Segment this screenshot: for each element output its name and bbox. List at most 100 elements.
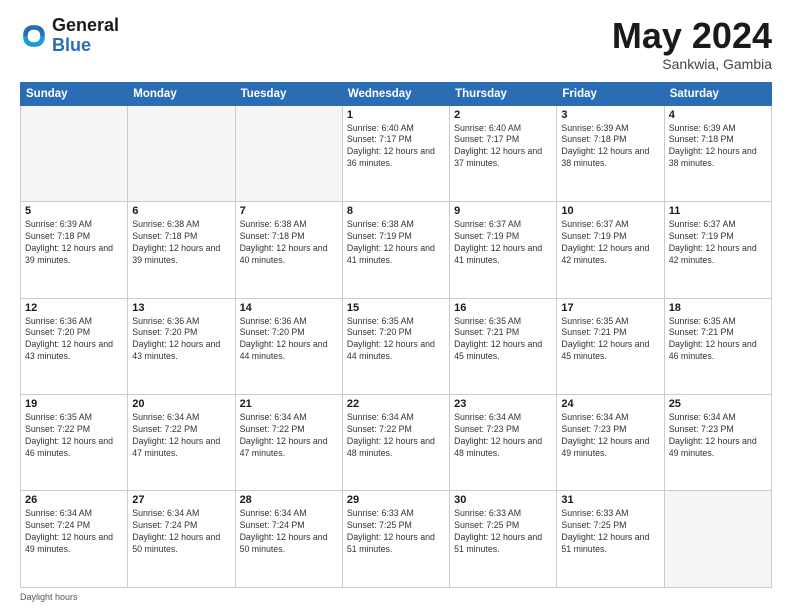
day-number: 28 [240,494,338,506]
day-number: 23 [454,398,552,410]
calendar-cell: 30 Sunrise: 6:33 AM Sunset: 7:25 PM Dayli… [450,491,557,588]
day-number: 9 [454,205,552,217]
day-number: 21 [240,398,338,410]
day-info: Sunrise: 6:36 AM Sunset: 7:20 PM Dayligh… [132,316,230,364]
calendar-cell: 24 Sunrise: 6:34 AM Sunset: 7:23 PM Dayli… [557,395,664,491]
calendar-cell: 21 Sunrise: 6:34 AM Sunset: 7:22 PM Dayli… [235,395,342,491]
day-info: Sunrise: 6:33 AM Sunset: 7:25 PM Dayligh… [347,508,445,556]
day-info: Sunrise: 6:37 AM Sunset: 7:19 PM Dayligh… [561,219,659,267]
calendar-cell: 1 Sunrise: 6:40 AM Sunset: 7:17 PM Daylig… [342,105,449,201]
day-number: 5 [25,205,123,217]
day-info: Sunrise: 6:34 AM Sunset: 7:24 PM Dayligh… [25,508,123,556]
weekday-header-thursday: Thursday [450,82,557,105]
weekday-header-saturday: Saturday [664,82,771,105]
day-info: Sunrise: 6:39 AM Sunset: 7:18 PM Dayligh… [669,123,767,171]
day-info: Sunrise: 6:40 AM Sunset: 7:17 PM Dayligh… [347,123,445,171]
location-subtitle: Sankwia, Gambia [612,56,772,72]
calendar-cell: 14 Sunrise: 6:36 AM Sunset: 7:20 PM Dayli… [235,298,342,394]
day-info: Sunrise: 6:36 AM Sunset: 7:20 PM Dayligh… [240,316,338,364]
day-number: 15 [347,302,445,314]
day-number: 7 [240,205,338,217]
footer: Daylight hours [20,592,772,602]
weekday-header-monday: Monday [128,82,235,105]
day-info: Sunrise: 6:34 AM Sunset: 7:24 PM Dayligh… [132,508,230,556]
day-number: 3 [561,109,659,121]
day-info: Sunrise: 6:34 AM Sunset: 7:22 PM Dayligh… [132,412,230,460]
day-number: 13 [132,302,230,314]
day-number: 26 [25,494,123,506]
calendar-cell: 9 Sunrise: 6:37 AM Sunset: 7:19 PM Daylig… [450,202,557,298]
day-info: Sunrise: 6:35 AM Sunset: 7:21 PM Dayligh… [561,316,659,364]
calendar-cell: 29 Sunrise: 6:33 AM Sunset: 7:25 PM Dayli… [342,491,449,588]
day-number: 19 [25,398,123,410]
day-number: 1 [347,109,445,121]
calendar-cell: 17Sunrise: 6:35 AM Sunset: 7:21 PM Dayli… [557,298,664,394]
day-number: 12 [25,302,123,314]
calendar-cell: 2Sunrise: 6:40 AM Sunset: 7:17 PM Daylig… [450,105,557,201]
day-info: Sunrise: 6:37 AM Sunset: 7:19 PM Dayligh… [454,219,552,267]
calendar-cell: 11 Sunrise: 6:37 AM Sunset: 7:19 PM Dayli… [664,202,771,298]
day-info: Sunrise: 6:38 AM Sunset: 7:19 PM Dayligh… [347,219,445,267]
day-info: Sunrise: 6:34 AM Sunset: 7:24 PM Dayligh… [240,508,338,556]
day-number: 8 [347,205,445,217]
day-info: Sunrise: 6:35 AM Sunset: 7:20 PM Dayligh… [347,316,445,364]
day-number: 20 [132,398,230,410]
calendar-cell: 25 Sunrise: 6:34 AM Sunset: 7:23 PM Dayli… [664,395,771,491]
day-number: 10 [561,205,659,217]
day-number: 30 [454,494,552,506]
calendar-week-2: 12 Sunrise: 6:36 AM Sunset: 7:20 PM Dayli… [21,298,772,394]
logo-icon [20,22,48,50]
daylight-hours-label: Daylight hours [20,592,78,602]
calendar-cell: 27 Sunrise: 6:34 AM Sunset: 7:24 PM Dayli… [128,491,235,588]
calendar-cell: 3 Sunrise: 6:39 AM Sunset: 7:18 PM Daylig… [557,105,664,201]
day-number: 6 [132,205,230,217]
calendar-cell: 16 Sunrise: 6:35 AM Sunset: 7:21 PM Dayli… [450,298,557,394]
day-info: Sunrise: 6:35 AM Sunset: 7:21 PM Dayligh… [454,316,552,364]
day-info: Sunrise: 6:33 AM Sunset: 7:25 PM Dayligh… [454,508,552,556]
day-number: 11 [669,205,767,217]
day-number: 29 [347,494,445,506]
calendar-cell: 12 Sunrise: 6:36 AM Sunset: 7:20 PM Dayli… [21,298,128,394]
day-info: Sunrise: 6:36 AM Sunset: 7:20 PM Dayligh… [25,316,123,364]
day-number: 14 [240,302,338,314]
logo-general-text: General [52,15,119,35]
logo-blue-text: Blue [52,35,91,55]
day-number: 24 [561,398,659,410]
calendar-cell: 4 Sunrise: 6:39 AM Sunset: 7:18 PM Daylig… [664,105,771,201]
calendar-cell: 13 Sunrise: 6:36 AM Sunset: 7:20 PM Dayli… [128,298,235,394]
day-number: 27 [132,494,230,506]
day-info: Sunrise: 6:35 AM Sunset: 7:21 PM Dayligh… [669,316,767,364]
day-info: Sunrise: 6:34 AM Sunset: 7:23 PM Dayligh… [454,412,552,460]
calendar-cell: 5 Sunrise: 6:39 AM Sunset: 7:18 PM Daylig… [21,202,128,298]
calendar-cell [664,491,771,588]
day-info: Sunrise: 6:37 AM Sunset: 7:19 PM Dayligh… [669,219,767,267]
calendar-cell: 23 Sunrise: 6:34 AM Sunset: 7:23 PM Dayli… [450,395,557,491]
day-number: 25 [669,398,767,410]
logo: General Blue [20,16,119,56]
day-number: 22 [347,398,445,410]
calendar-cell: 20 Sunrise: 6:34 AM Sunset: 7:22 PM Dayli… [128,395,235,491]
day-info: Sunrise: 6:38 AM Sunset: 7:18 PM Dayligh… [240,219,338,267]
day-number: 4 [669,109,767,121]
calendar-cell: 18Sunrise: 6:35 AM Sunset: 7:21 PM Dayli… [664,298,771,394]
day-info: Sunrise: 6:39 AM Sunset: 7:18 PM Dayligh… [25,219,123,267]
weekday-header-row: SundayMondayTuesdayWednesdayThursdayFrid… [21,82,772,105]
day-number: 16 [454,302,552,314]
weekday-header-sunday: Sunday [21,82,128,105]
day-number: 2 [454,109,552,121]
calendar-cell: 28 Sunrise: 6:34 AM Sunset: 7:24 PM Dayli… [235,491,342,588]
day-number: 31 [561,494,659,506]
day-info: Sunrise: 6:39 AM Sunset: 7:18 PM Dayligh… [561,123,659,171]
calendar-week-1: 5 Sunrise: 6:39 AM Sunset: 7:18 PM Daylig… [21,202,772,298]
day-info: Sunrise: 6:34 AM Sunset: 7:23 PM Dayligh… [669,412,767,460]
month-title: May 2024 [612,16,772,56]
day-info: Sunrise: 6:33 AM Sunset: 7:25 PM Dayligh… [561,508,659,556]
calendar-week-3: 19 Sunrise: 6:35 AM Sunset: 7:22 PM Dayli… [21,395,772,491]
calendar-cell: 7 Sunrise: 6:38 AM Sunset: 7:18 PM Daylig… [235,202,342,298]
calendar-cell: 6 Sunrise: 6:38 AM Sunset: 7:18 PM Daylig… [128,202,235,298]
day-info: Sunrise: 6:35 AM Sunset: 7:22 PM Dayligh… [25,412,123,460]
day-info: Sunrise: 6:34 AM Sunset: 7:23 PM Dayligh… [561,412,659,460]
day-info: Sunrise: 6:34 AM Sunset: 7:22 PM Dayligh… [240,412,338,460]
calendar-cell: 10 Sunrise: 6:37 AM Sunset: 7:19 PM Dayli… [557,202,664,298]
day-info: Sunrise: 6:38 AM Sunset: 7:18 PM Dayligh… [132,219,230,267]
